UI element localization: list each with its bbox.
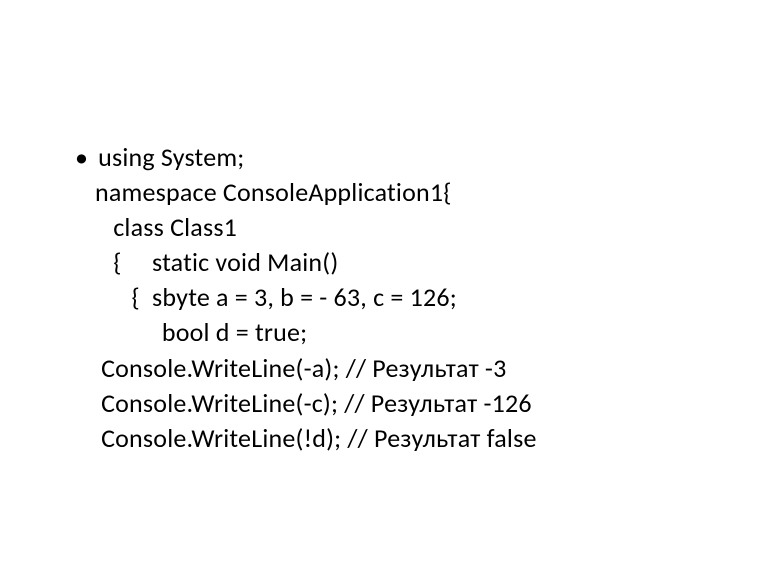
- code-line-8: Console.WriteLine(!d); // Результат fals…: [95, 421, 768, 456]
- code-line-1: namespace ConsoleApplication1{: [95, 175, 768, 210]
- code-line-0: • using System;: [95, 140, 768, 175]
- code-text: using System;: [98, 140, 244, 175]
- code-line-3: { static void Main(): [95, 245, 768, 280]
- code-line-2: class Class1: [95, 210, 768, 245]
- code-line-5: bool d = true;: [95, 315, 768, 350]
- bullet-icon: •: [75, 140, 88, 175]
- code-line-7: Console.WriteLine(-c); // Результат -126: [95, 386, 768, 421]
- code-block: • using System; namespace ConsoleApplica…: [95, 140, 768, 456]
- code-line-6: Console.WriteLine(-a); // Результат -3: [95, 351, 768, 386]
- code-line-4: { sbyte a = 3, b = - 63, c = 126;: [95, 280, 768, 315]
